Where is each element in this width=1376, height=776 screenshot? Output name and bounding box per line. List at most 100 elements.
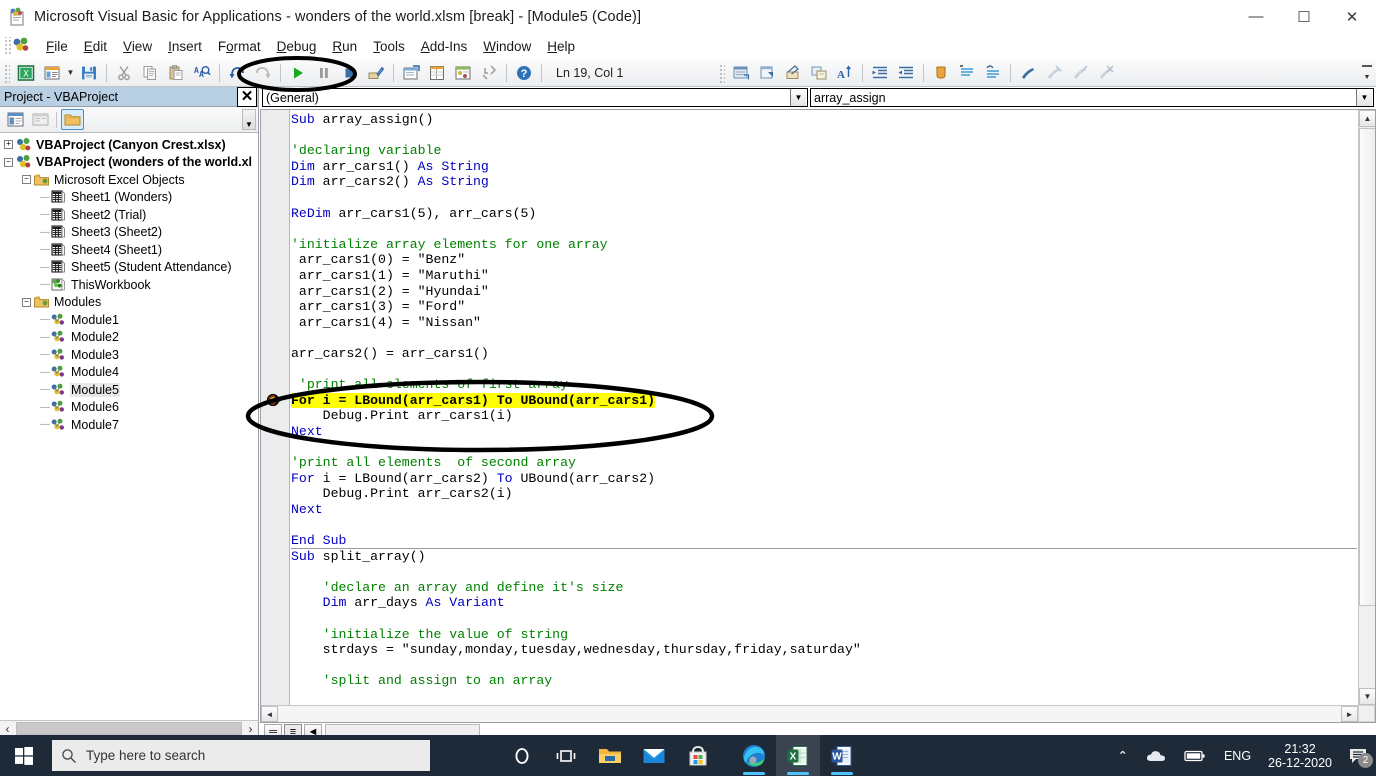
immediate-window-icon[interactable] [755,61,779,85]
code-line[interactable]: arr_cars1(2) = "Hyundai" [291,284,1357,300]
code-line[interactable]: 'declare an array and define it's size [291,580,1357,596]
code-line[interactable]: 'print all elements of second array [291,455,1357,471]
task-view-icon[interactable] [544,735,588,776]
previous-bookmark-icon[interactable] [1068,61,1092,85]
tree-item[interactable]: — Module7 [0,416,258,434]
menu-grip-handle[interactable] [3,37,11,55]
code-line[interactable] [291,362,1357,378]
excel-icon[interactable]: X [776,735,820,776]
clear-bookmarks-icon[interactable] [1094,61,1118,85]
collapse-icon[interactable]: − [22,297,31,307]
menu-item-format[interactable]: Format [210,37,269,56]
tree-item[interactable]: — Module1 [0,311,258,329]
toggle-folders-icon[interactable] [61,109,84,130]
code-line[interactable] [291,658,1357,674]
code-line[interactable] [291,128,1357,144]
code-line[interactable]: For i = LBound(arr_cars2) To UBound(arr_… [291,471,1357,487]
tree-item[interactable]: — Sheet2 (Trial) [0,206,258,224]
design-mode-icon[interactable] [364,61,388,85]
code-line[interactable] [291,221,1357,237]
copy-icon[interactable] [138,61,162,85]
code-horizontal-scrollbar[interactable]: ◄ ► [261,705,1358,722]
expand-icon[interactable]: + [4,140,13,150]
menu-item-window[interactable]: Window [475,37,539,56]
quick-watch-icon[interactable] [807,61,831,85]
notifications-button[interactable]: 2 [1340,735,1376,776]
menu-item-insert[interactable]: Insert [160,37,210,56]
code-line[interactable] [291,330,1357,346]
scroll-up-arrow-icon[interactable]: ▲ [1359,110,1375,127]
search-input[interactable]: Type here to search [52,740,430,771]
project-horizontal-scrollbar[interactable]: ‹ › [0,720,259,736]
scroll-down-arrow-icon[interactable]: ▼ [1359,688,1375,705]
toggle-bookmark-icon[interactable] [1016,61,1040,85]
tree-item[interactable]: — Sheet1 (Wonders) [0,189,258,207]
object-dropdown[interactable]: (General) ▼ [262,88,808,107]
tree-item[interactable]: — Sheet3 (Sheet2) [0,224,258,242]
clock[interactable]: 21:32 26-12-2020 [1260,742,1340,770]
project-explorer-close-icon[interactable]: ✕ [237,86,257,107]
code-line[interactable]: ReDim arr_cars1(5), arr_cars(5) [291,206,1357,222]
onedrive-icon[interactable] [1137,749,1175,763]
code-line[interactable]: Dim arr_days As Variant [291,595,1357,611]
object-browser-a-icon[interactable]: A [833,61,857,85]
view-excel-icon[interactable]: X [14,61,38,85]
code-line[interactable]: Sub split_array() [291,549,1357,565]
code-line[interactable]: arr_cars1(0) = "Benz" [291,252,1357,268]
reset-icon[interactable] [338,61,362,85]
language-indicator[interactable]: ENG [1215,749,1260,763]
watch-window-icon[interactable] [781,61,805,85]
word-icon[interactable]: W [820,735,864,776]
code-line[interactable]: Debug.Print arr_cars1(i) [291,408,1357,424]
code-line[interactable]: arr_cars2() = arr_cars1() [291,346,1357,362]
toolbox-icon[interactable] [477,61,501,85]
undo-icon[interactable] [225,61,249,85]
code-line[interactable]: End Sub [291,533,1357,549]
project-toolbar-overflow-button[interactable]: ▼ [242,109,256,130]
menu-item-tools[interactable]: Tools [365,37,413,56]
code-line[interactable]: Dim arr_cars2() As String [291,174,1357,190]
collapse-icon[interactable]: − [4,157,13,167]
code-line[interactable]: Debug.Print arr_cars2(i) [291,486,1357,502]
redo-icon[interactable] [251,61,275,85]
save-icon[interactable] [77,61,101,85]
project-scroll-thumb[interactable] [16,722,242,735]
toolbar-grip-handle-2[interactable] [718,63,725,83]
code-vertical-scrollbar[interactable]: ▲ ▼ [1358,110,1375,705]
tree-item[interactable]: — Module2 [0,329,258,347]
close-button[interactable]: ✕ [1328,0,1376,33]
indent-icon[interactable] [868,61,892,85]
find-icon[interactable]: A A [190,61,214,85]
code-text[interactable]: Sub array_assign() 'declaring variable Di… [291,112,1357,704]
menu-item-view[interactable]: View [115,37,160,56]
tree-item[interactable]: — Module5 [0,381,258,399]
cut-icon[interactable] [112,61,136,85]
project-explorer-icon[interactable] [399,61,423,85]
code-line[interactable]: 'declaring variable [291,143,1357,159]
properties-window-icon[interactable] [425,61,449,85]
view-code-icon[interactable] [4,109,27,130]
cortana-icon[interactable] [500,735,544,776]
next-bookmark-icon[interactable] [1042,61,1066,85]
code-line[interactable]: 'initialize the value of string [291,627,1357,643]
minimize-button[interactable]: — [1232,0,1280,33]
code-line[interactable]: 'print all elements of first array [291,377,1357,393]
tree-item[interactable]: − VBAProject (wonders of the world.xl [0,154,258,172]
paste-icon[interactable] [164,61,188,85]
code-line[interactable]: 'initialize array elements for one array [291,237,1357,253]
tree-item[interactable]: — Module6 [0,399,258,417]
uncomment-block-icon[interactable] [981,61,1005,85]
scroll-left-arrow-icon[interactable]: ◄ [261,706,278,722]
code-editor-area[interactable]: Sub array_assign() 'declaring variable Di… [260,109,1376,723]
tree-item[interactable]: — Module4 [0,364,258,382]
code-gutter[interactable] [261,110,290,722]
menu-item-help[interactable]: Help [539,37,583,56]
menu-item-debug[interactable]: Debug [269,37,325,56]
project-scroll-left-icon[interactable]: ‹ [0,722,15,736]
toolbar-grip-handle[interactable] [3,62,10,83]
break-icon[interactable] [312,61,336,85]
battery-icon[interactable] [1175,750,1215,762]
tree-item[interactable]: — Sheet4 (Sheet1) [0,241,258,259]
code-line[interactable] [291,439,1357,455]
edge-icon[interactable] [732,735,776,776]
